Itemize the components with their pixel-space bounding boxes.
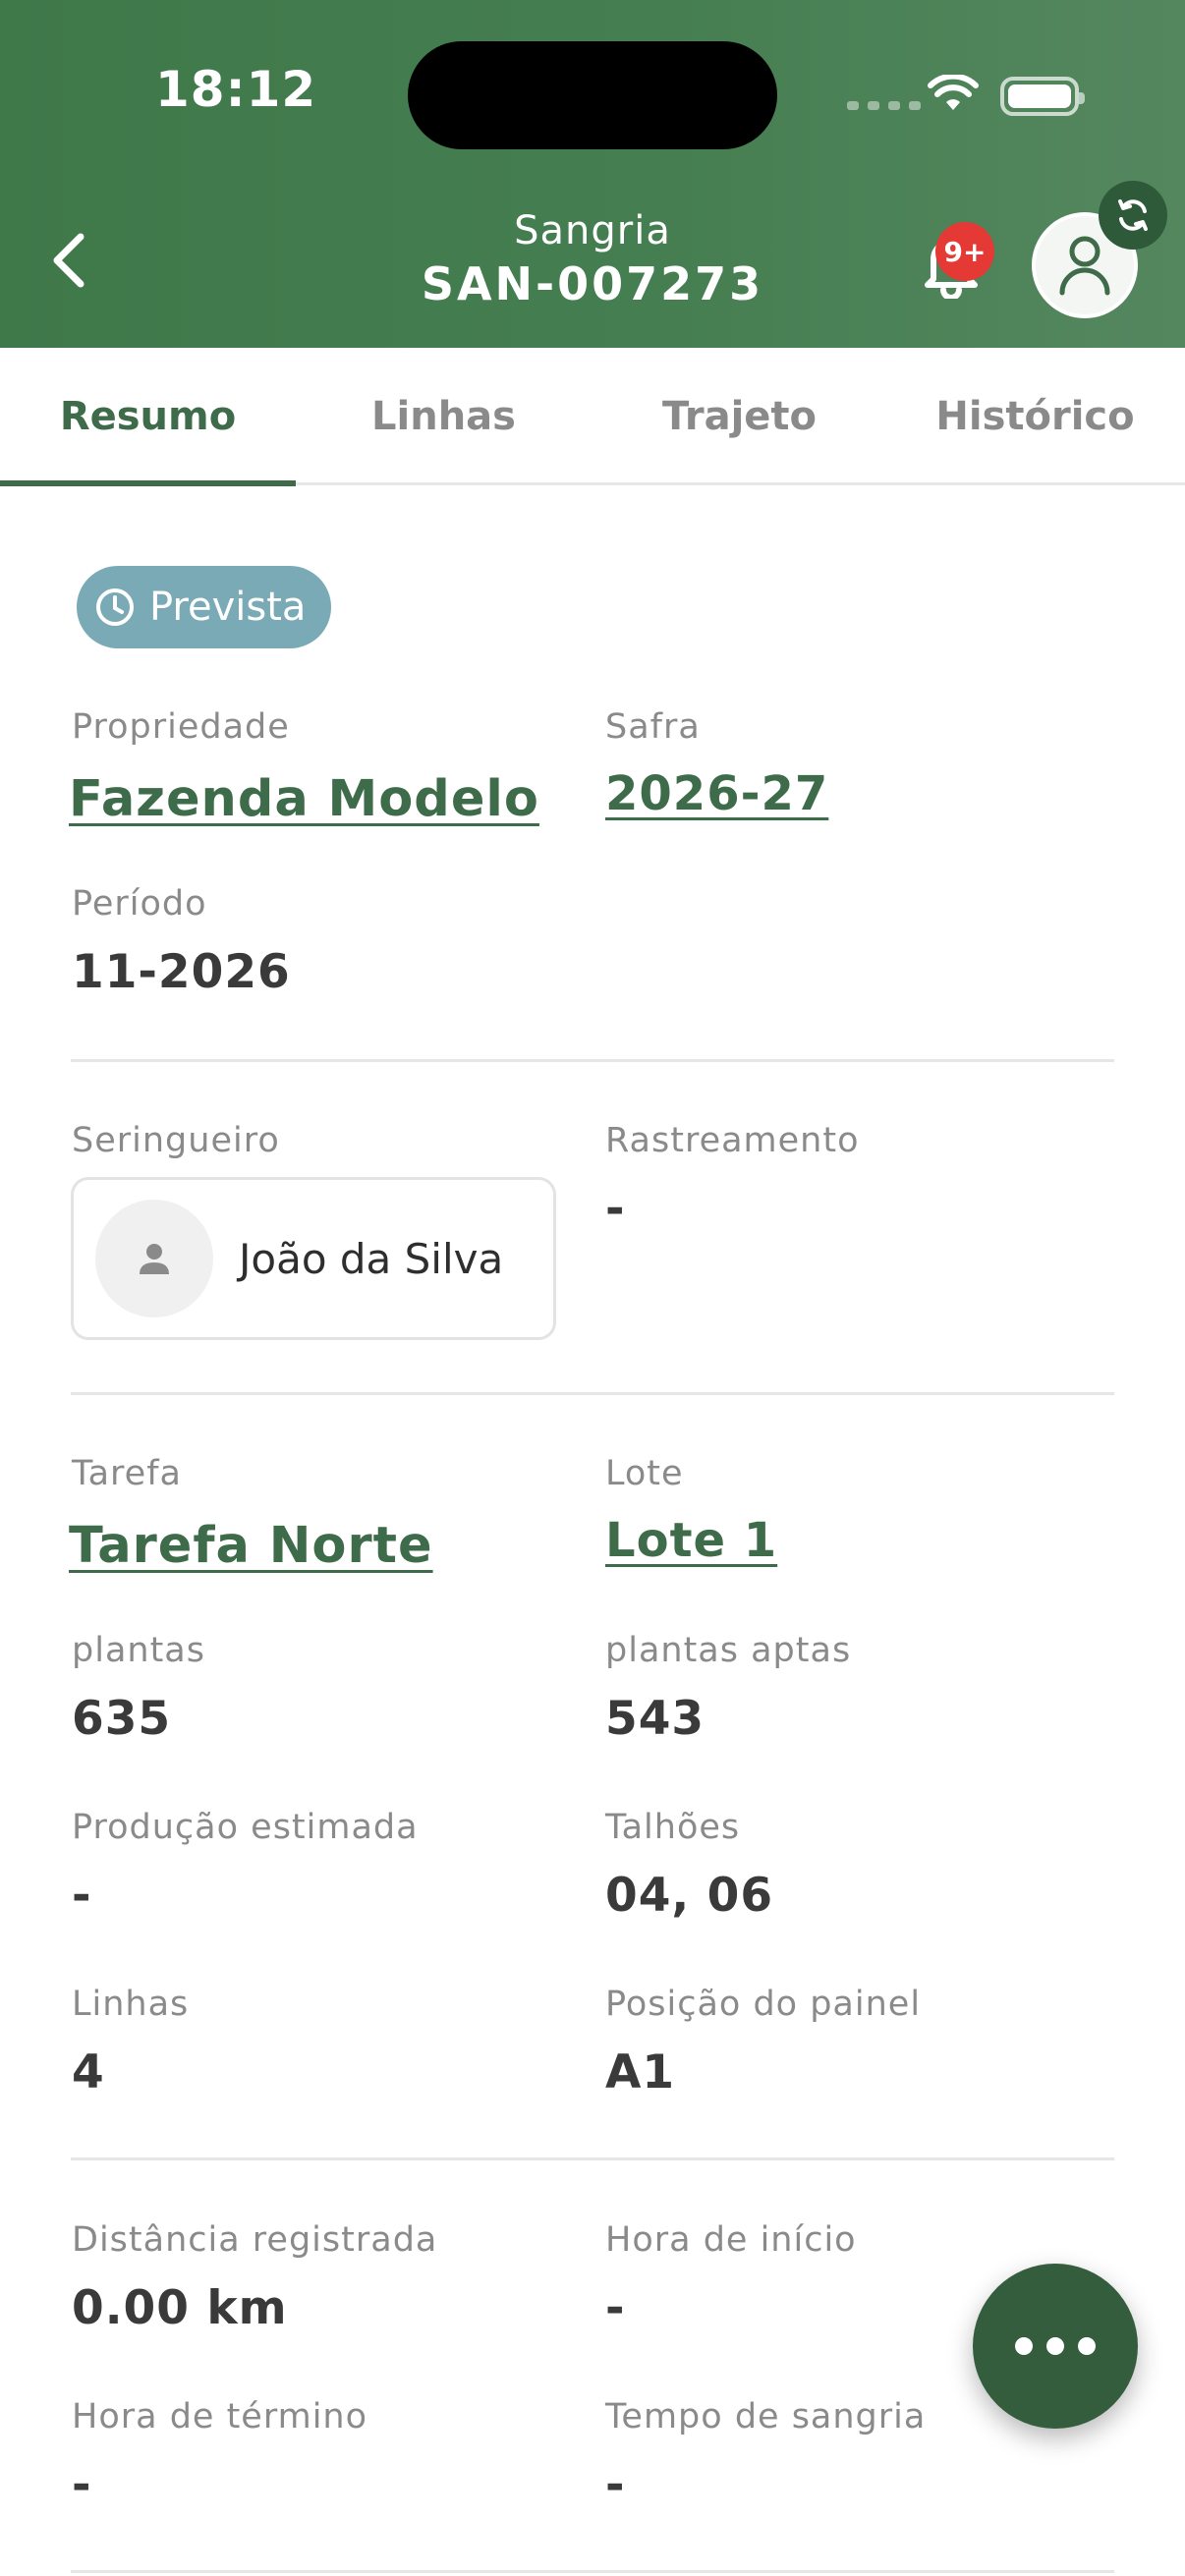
propriedade-link[interactable]: Fazenda Modelo: [69, 770, 539, 828]
seringueiro-card[interactable]: João da Silva: [71, 1177, 556, 1340]
tab-linhas[interactable]: Linhas: [296, 348, 592, 485]
safra-label: Safra: [605, 707, 701, 747]
talhoes-value: 04, 06: [605, 1869, 774, 1923]
lote-link[interactable]: Lote 1: [605, 1513, 777, 1568]
wifi-icon: [928, 75, 979, 110]
tarefa-link[interactable]: Tarefa Norte: [69, 1517, 433, 1575]
propriedade-label: Propriedade: [72, 707, 290, 747]
hora-inicio-label: Hora de início: [605, 2220, 857, 2260]
cellular-signal-icon: [847, 101, 921, 110]
person-icon: [140, 1244, 169, 1274]
sync-icon: [1118, 199, 1148, 231]
safra-link[interactable]: 2026-27: [605, 766, 828, 821]
hora-termino-label: Hora de término: [72, 2397, 368, 2436]
seringueiro-name: João da Silva: [239, 1234, 504, 1283]
header-title: SAN-007273: [421, 257, 764, 310]
posicao-painel-value: A1: [605, 2045, 676, 2100]
linhas-value: 4: [72, 2045, 105, 2100]
rastreamento-value: -: [605, 1182, 626, 1236]
plantas-value: 635: [72, 1692, 172, 1746]
divider: [71, 2157, 1114, 2160]
tab-historico[interactable]: Histórico: [887, 348, 1183, 485]
producao-estimada-value: -: [72, 1869, 92, 1923]
divider: [71, 2570, 1114, 2573]
more-actions-button[interactable]: [973, 2264, 1138, 2429]
divider: [71, 1059, 1114, 1062]
plantas-aptas-label: plantas aptas: [605, 1631, 852, 1670]
tab-trajeto[interactable]: Trajeto: [592, 348, 887, 485]
divider: [71, 1392, 1114, 1395]
tab-resumo[interactable]: Resumo: [0, 348, 296, 485]
clock-icon: [96, 588, 134, 626]
plantas-aptas-value: 543: [605, 1692, 705, 1746]
posicao-painel-label: Posição do painel: [605, 1985, 922, 2024]
periodo-value: 11-2026: [72, 945, 291, 999]
producao-estimada-label: Produção estimada: [72, 1808, 419, 1847]
lote-label: Lote: [605, 1454, 684, 1493]
notification-badge: 9+: [935, 222, 994, 281]
status-label: Prevista: [149, 585, 307, 630]
status-time: 18:12: [155, 61, 317, 118]
header-title-block: Sangria SAN-007273: [396, 208, 789, 310]
tab-bar: Resumo Linhas Trajeto Histórico: [0, 348, 1185, 485]
tempo-sangria-value: -: [605, 2458, 626, 2512]
rastreamento-label: Rastreamento: [605, 1121, 860, 1160]
header-subtitle: Sangria: [514, 208, 671, 253]
battery-icon: [1000, 77, 1085, 116]
app-header: 18:12 Sangria SAN-007273 9+: [0, 0, 1185, 348]
hora-inicio-value: -: [605, 2281, 626, 2335]
active-tab-indicator: [0, 480, 296, 486]
status-badge: Prevista: [77, 566, 332, 648]
hora-termino-value: -: [72, 2458, 92, 2512]
distancia-value: 0.00 km: [72, 2281, 288, 2335]
more-horizontal-icon: [1015, 2337, 1033, 2355]
talhoes-label: Talhões: [605, 1808, 741, 1847]
person-avatar: [95, 1200, 213, 1317]
sync-button[interactable]: [1099, 181, 1167, 250]
distancia-label: Distância registrada: [72, 2220, 438, 2260]
tarefa-label: Tarefa: [72, 1454, 182, 1493]
seringueiro-label: Seringueiro: [72, 1121, 280, 1160]
linhas-label: Linhas: [72, 1985, 190, 2024]
chevron-left-icon: [53, 233, 85, 288]
dynamic-island: [408, 41, 777, 149]
back-button[interactable]: [39, 226, 98, 295]
plantas-label: plantas: [72, 1631, 205, 1670]
periodo-label: Período: [72, 884, 207, 924]
user-icon: [1059, 236, 1110, 296]
screen: 18:12 Sangria SAN-007273 9+ Resumo Linha…: [0, 0, 1185, 2576]
tempo-sangria-label: Tempo de sangria: [605, 2397, 927, 2436]
